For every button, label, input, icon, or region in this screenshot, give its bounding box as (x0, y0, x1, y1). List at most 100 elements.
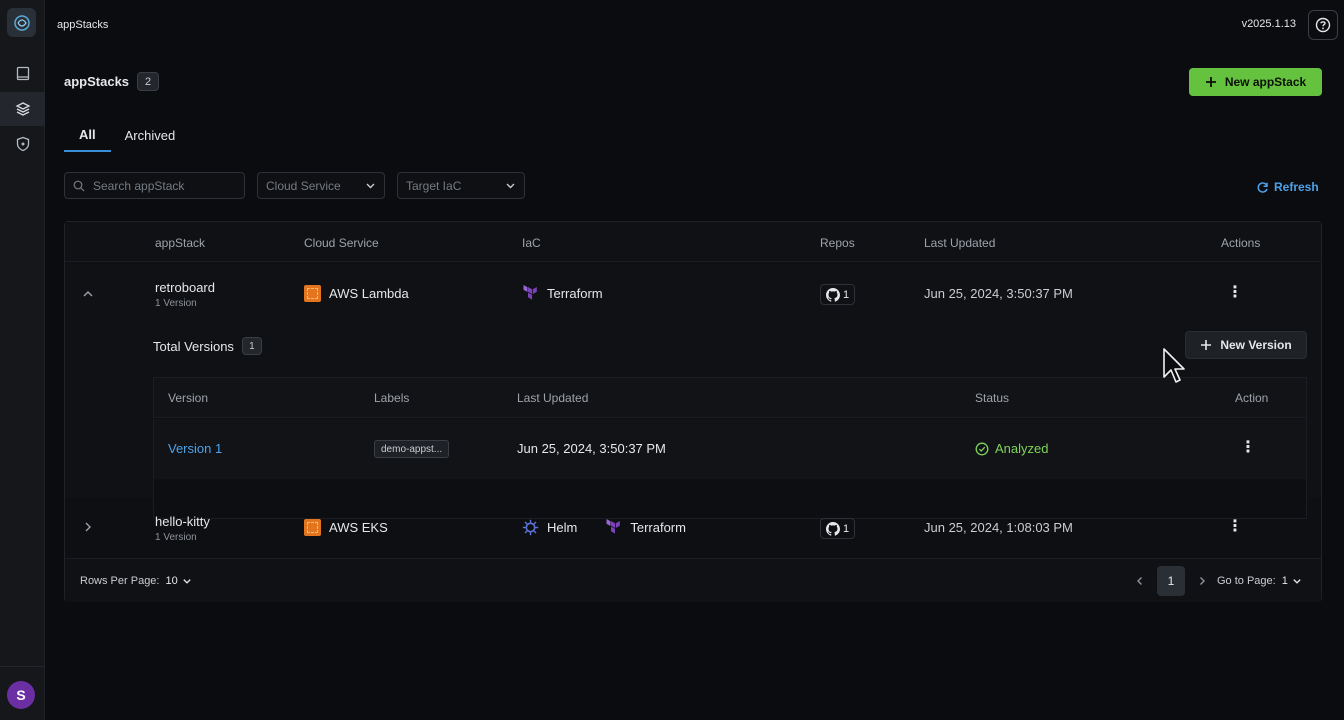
refresh-label: Refresh (1274, 180, 1319, 194)
new-version-button[interactable]: New Version (1185, 331, 1307, 359)
book-icon (16, 66, 29, 81)
versions-table-header: Version Labels Last Updated Status Actio… (154, 378, 1306, 418)
terraform-icon (606, 519, 621, 534)
avatar[interactable]: S (7, 681, 35, 709)
check-circle-icon (975, 442, 989, 455)
go-to-page-value: 1 (1281, 575, 1288, 587)
new-appstack-button[interactable]: New appStack (1189, 68, 1322, 96)
appstack-name[interactable]: hello-kitty (155, 514, 210, 529)
vcol-version: Version (168, 391, 209, 405)
sidebar-item-docs[interactable] (0, 57, 45, 91)
tabs: All Archived (64, 118, 189, 152)
cloud-service-select[interactable]: Cloud Service (257, 172, 385, 199)
appstack-table: appStack Cloud Service IaC Repos Last Up… (64, 221, 1322, 602)
rows-per-page-value: 10 (165, 575, 178, 587)
col-cloud: Cloud Service (304, 236, 379, 250)
repo-count[interactable]: 1 (820, 518, 856, 539)
new-version-label: New Version (1220, 338, 1292, 352)
page-title: appStacks (64, 74, 130, 89)
vcol-action: Action (1235, 391, 1269, 405)
table-row[interactable]: hello-kitty 1 Version AWS EKS Helm Terra… (65, 498, 1321, 558)
row-actions-menu[interactable]: ⋮ (1227, 519, 1243, 535)
last-updated-cell: Jun 25, 2024, 1:08:03 PM (924, 520, 1073, 535)
repo-count[interactable]: 1 (820, 284, 856, 305)
go-to-page-select[interactable]: 1 (1282, 575, 1302, 587)
search-input[interactable]: Search appStack (64, 172, 245, 199)
chevron-down-icon (506, 183, 515, 189)
version-row: Version 1 demo-appst... Jun 25, 2024, 3:… (154, 419, 1306, 479)
appstack-version-count: 1 Version (155, 532, 197, 543)
rows-per-page: Rows Per Page: 10 (80, 575, 192, 587)
filter-bar: Search appStack Cloud Service Target IaC (64, 172, 525, 199)
top-bar: appStacks v2025.1.13 (45, 0, 1344, 50)
version-updated: Jun 25, 2024, 3:50:37 PM (517, 441, 666, 456)
appstack-version-count: 1 Version (155, 298, 197, 309)
rows-per-page-select[interactable]: 10 (165, 575, 191, 587)
app-logo[interactable] (7, 8, 36, 37)
cloud-service-label: Cloud Service (266, 178, 341, 193)
rows-per-page-label: Rows Per Page: (80, 575, 160, 587)
help-icon (1315, 17, 1331, 33)
vcol-labels: Labels (374, 391, 410, 405)
logo-icon (13, 14, 30, 31)
collapse-toggle[interactable] (82, 288, 94, 300)
col-updated: Last Updated (924, 236, 996, 250)
target-iac-label: Target IaC (406, 178, 462, 193)
breadcrumb: appStacks (57, 19, 109, 31)
chevron-down-icon (1293, 579, 1301, 584)
total-versions-label: Total Versions (153, 338, 234, 354)
chevron-down-icon (183, 579, 191, 584)
cloud-service-value: AWS Lambda (329, 286, 409, 301)
label-cell: demo-appst... (374, 440, 450, 458)
version-label: v2025.1.13 (1241, 18, 1296, 30)
status-badge: Analyzed (975, 441, 1048, 456)
search-icon (73, 180, 85, 191)
iac-value: Terraform (547, 286, 603, 301)
layers-icon (15, 102, 30, 116)
row-actions-menu[interactable]: ⋮ (1227, 285, 1243, 301)
vcol-status: Status (975, 391, 1010, 405)
tab-archived[interactable]: Archived (111, 118, 190, 152)
plus-icon (1201, 340, 1212, 350)
prev-page-button[interactable] (1135, 574, 1145, 589)
mouse-cursor-icon (1163, 348, 1185, 383)
version-link[interactable]: Version 1 (168, 441, 222, 456)
tab-all[interactable]: All (64, 118, 111, 152)
cloud-service-value: AWS EKS (329, 520, 388, 535)
total-versions: Total Versions 1 (153, 337, 262, 355)
github-icon (826, 287, 840, 302)
count-badge: 2 (137, 72, 160, 91)
label-chip[interactable]: demo-appst... (374, 440, 450, 458)
iac-value-helm: Helm (547, 520, 578, 535)
chevron-left-icon (1137, 576, 1142, 585)
page-button-current[interactable]: 1 (1157, 566, 1185, 596)
table-row[interactable]: retroboard 1 Version AWS Lambda Terrafor… (65, 264, 1321, 324)
iac-cell: Terraform (522, 285, 603, 302)
iac-value-terraform: Terraform (630, 520, 686, 535)
new-appstack-label: New appStack (1224, 75, 1307, 89)
helm-icon (522, 519, 539, 536)
github-icon (826, 521, 840, 536)
repo-count-value: 1 (843, 288, 850, 301)
aws-eks-icon (304, 519, 321, 536)
version-actions-menu[interactable]: ⋮ (1240, 440, 1256, 456)
col-repos: Repos (820, 236, 855, 250)
help-button[interactable] (1308, 10, 1338, 40)
sidebar-item-appstacks[interactable] (0, 92, 45, 126)
sidebar: S (0, 0, 45, 720)
repos-cell: 1 (820, 284, 856, 305)
next-page-button[interactable] (1197, 574, 1207, 589)
last-updated-cell: Jun 25, 2024, 3:50:37 PM (924, 286, 1073, 301)
appstack-name[interactable]: retroboard (155, 280, 215, 295)
page-header: appStacks 2 (64, 72, 160, 91)
refresh-icon (1257, 181, 1268, 193)
appstack-name-cell: hello-kitty 1 Version (155, 514, 210, 543)
repos-cell: 1 (820, 518, 856, 539)
target-iac-select[interactable]: Target IaC (397, 172, 525, 199)
col-iac: IaC (522, 236, 541, 250)
col-actions: Actions (1221, 236, 1261, 250)
refresh-button[interactable]: Refresh (1256, 180, 1319, 194)
sidebar-item-security[interactable] (0, 127, 45, 161)
search-placeholder: Search appStack (93, 178, 185, 193)
expand-toggle[interactable] (82, 521, 94, 533)
